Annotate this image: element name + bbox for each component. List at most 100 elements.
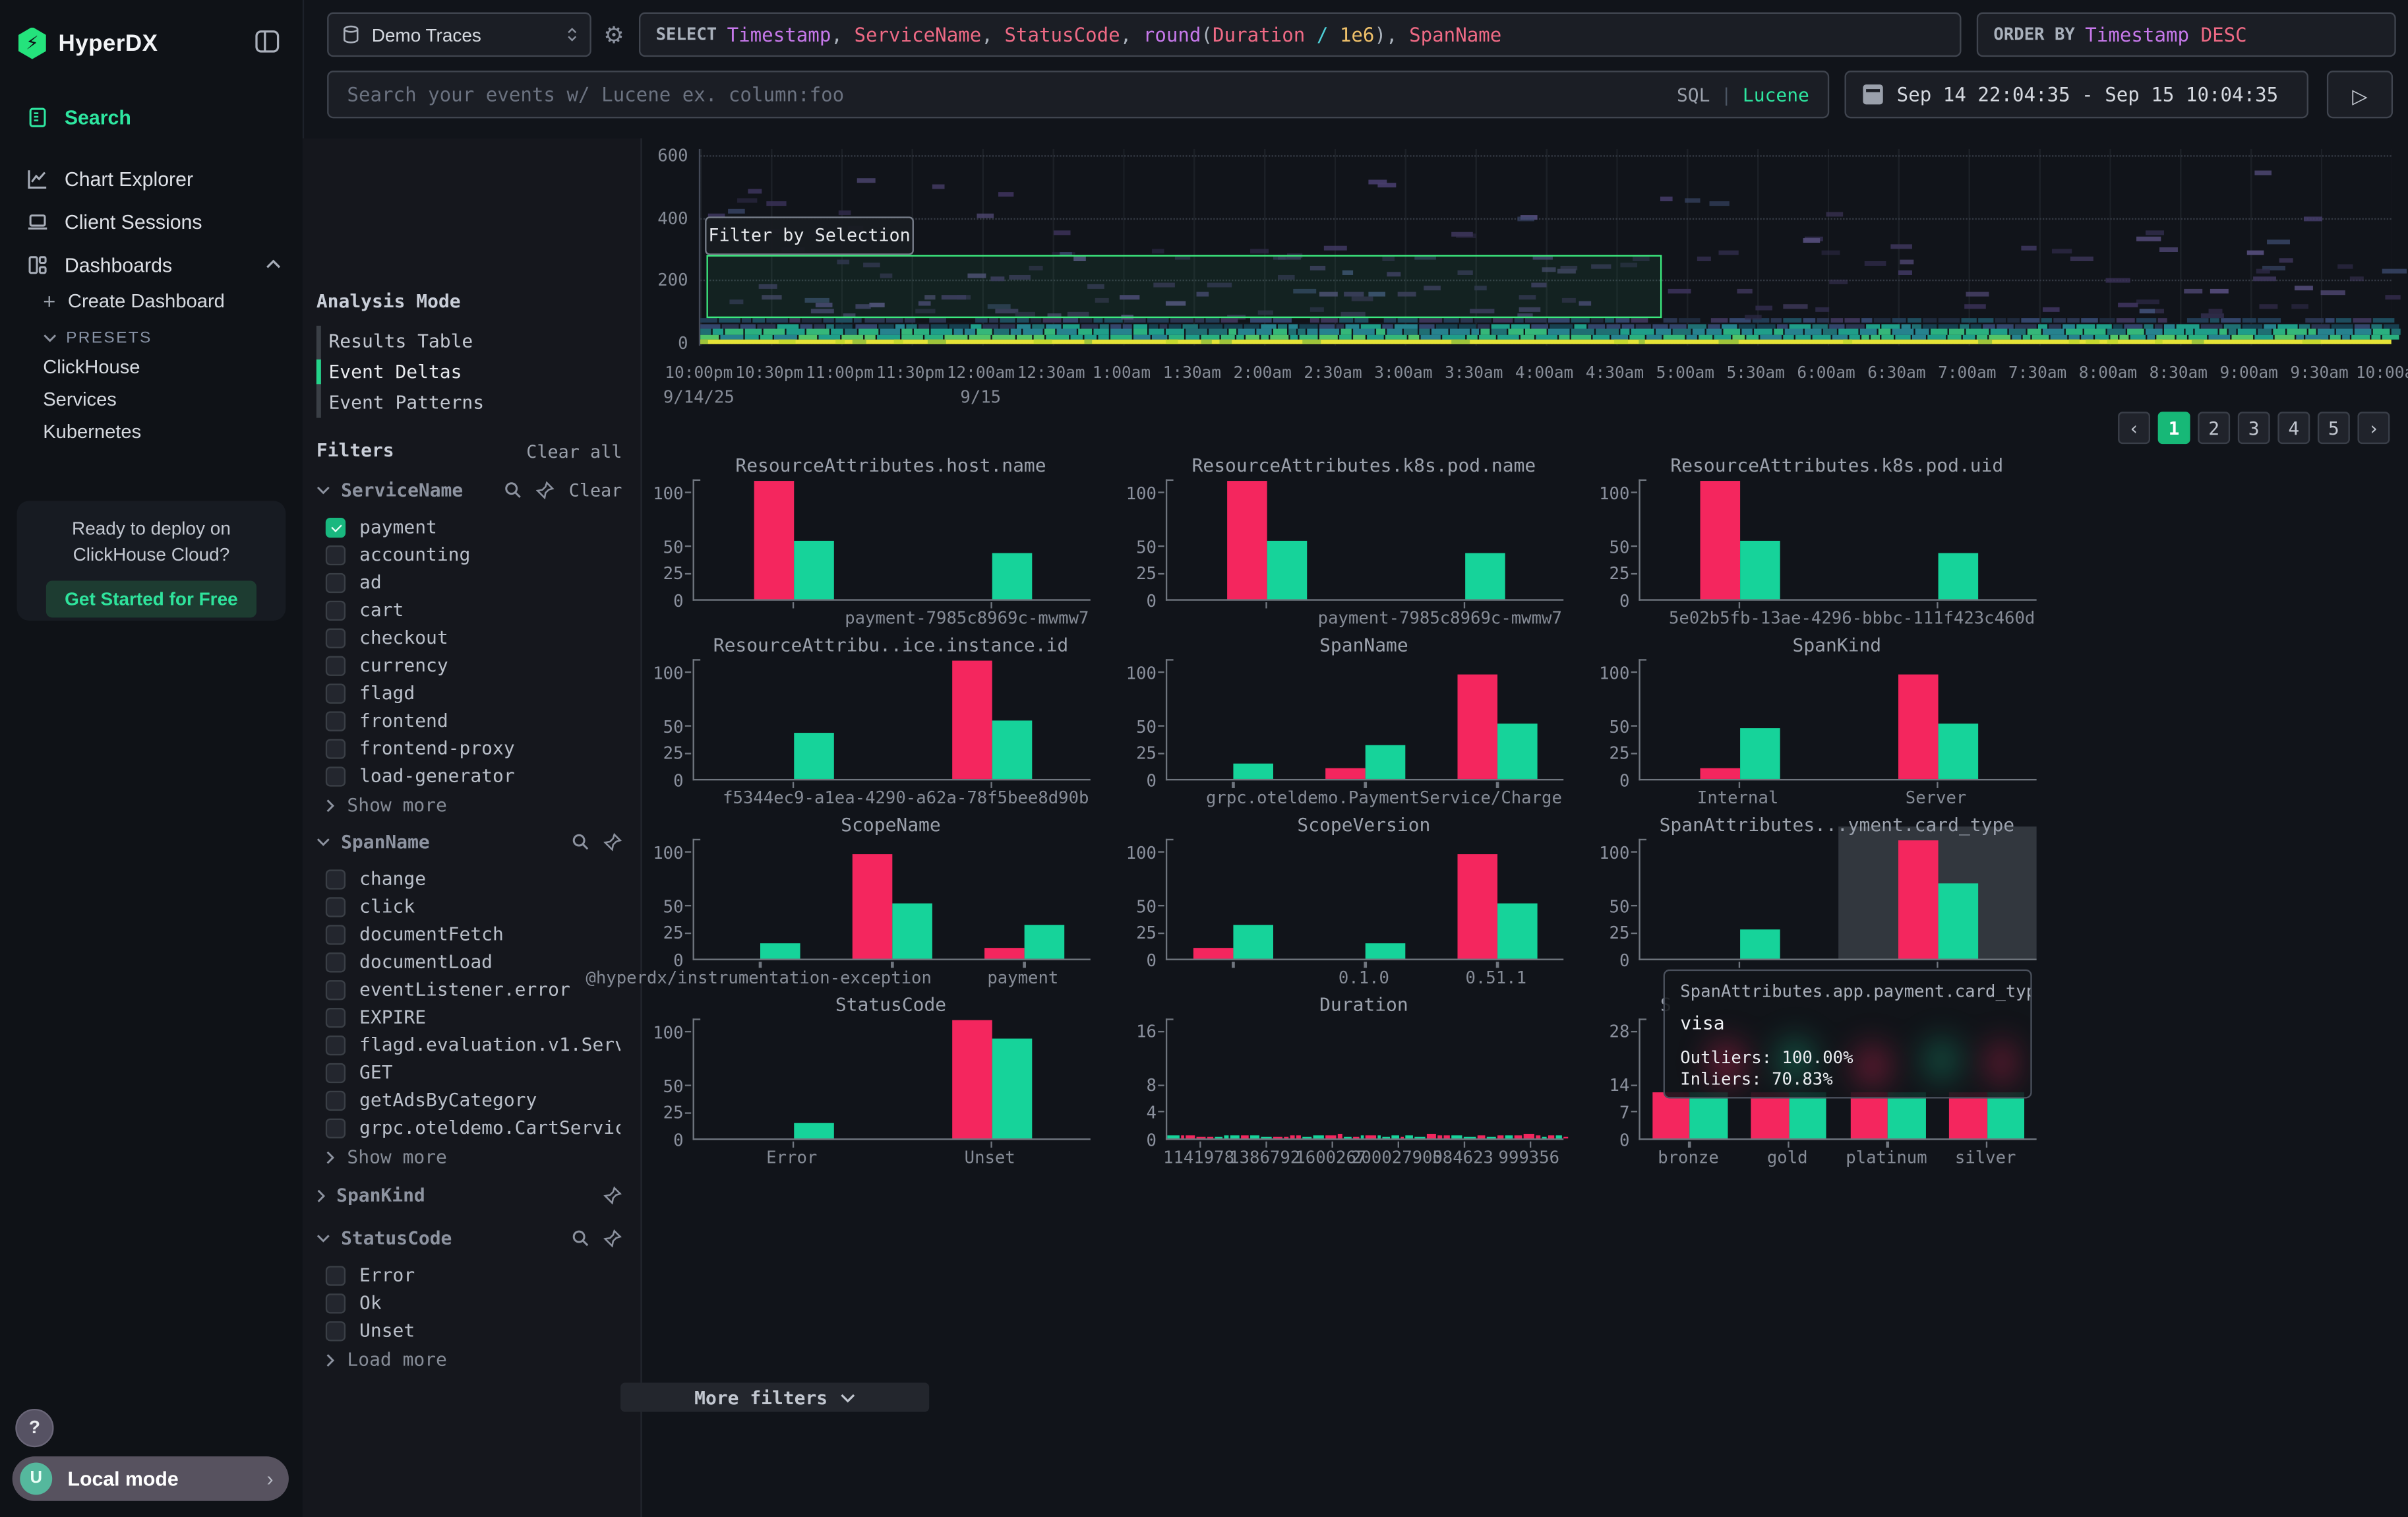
delta-chart-resourceattributes-k8s-pod-uid[interactable]: ResourceAttributes.k8s.pod.uid100502505e… bbox=[1584, 454, 2045, 635]
analysis-mode-results-table[interactable]: Results Table bbox=[303, 326, 640, 357]
checkbox-unchecked[interactable] bbox=[326, 600, 346, 620]
bar-inlier[interactable] bbox=[793, 733, 833, 779]
load-more-link[interactable]: Load more bbox=[303, 1347, 447, 1372]
page-button-1[interactable]: 1 bbox=[2158, 412, 2190, 444]
bar-outlier[interactable] bbox=[1458, 675, 1498, 779]
checkbox-unchecked[interactable] bbox=[326, 979, 346, 999]
checkbox-unchecked[interactable] bbox=[326, 1007, 346, 1027]
bar-inlier[interactable] bbox=[1937, 884, 1977, 959]
bar-inlier[interactable] bbox=[992, 553, 1032, 600]
gear-icon[interactable]: ⚙ bbox=[603, 22, 624, 49]
bar-inlier[interactable] bbox=[1267, 540, 1307, 599]
heatmap-selection[interactable] bbox=[706, 255, 1662, 319]
page-next-button[interactable]: › bbox=[2357, 412, 2390, 444]
filter-checkbox-item[interactable]: ad bbox=[303, 569, 663, 596]
sidebar-item-dashboards[interactable]: Dashboards bbox=[0, 243, 303, 286]
delta-chart-duration[interactable]: Duration16840114197813867921600267200027… bbox=[1110, 994, 1571, 1174]
bar-inlier[interactable] bbox=[892, 903, 932, 958]
sidebar-collapse-icon[interactable] bbox=[253, 28, 281, 55]
checkbox-unchecked[interactable] bbox=[326, 952, 346, 972]
delta-chart-resourceattributes-host-name[interactable]: ResourceAttributes.host.name10050250paym… bbox=[638, 454, 1099, 635]
search-icon[interactable] bbox=[571, 1229, 589, 1247]
filter-checkbox-item[interactable]: documentFetch bbox=[303, 920, 663, 948]
help-button[interactable]: ? bbox=[15, 1409, 53, 1447]
filter-group-header-servicename[interactable]: ServiceNameClear bbox=[316, 480, 622, 501]
bar-outlier[interactable] bbox=[1226, 481, 1267, 599]
search-icon[interactable] bbox=[571, 832, 589, 851]
page-button-5[interactable]: 5 bbox=[2318, 412, 2350, 444]
delta-chart-spanattributes-yment-card-type[interactable]: SpanAttributes...yment.card_type10050250 bbox=[1584, 815, 2045, 995]
checkbox-unchecked[interactable] bbox=[326, 738, 346, 758]
filter-checkbox-item[interactable]: EXPIRE bbox=[303, 1003, 663, 1031]
checkbox-unchecked[interactable] bbox=[326, 1265, 346, 1285]
bar-outlier[interactable] bbox=[1850, 1092, 1888, 1138]
checkbox-unchecked[interactable] bbox=[326, 710, 346, 730]
search-input[interactable]: Search your events w/ Lucene ex. column:… bbox=[327, 71, 1829, 118]
time-range-picker[interactable]: Sep 14 22:04:35 - Sep 15 10:04:35 bbox=[1844, 71, 2308, 118]
create-dashboard-button[interactable]: +Create Dashboard bbox=[0, 286, 303, 317]
bar-inlier[interactable] bbox=[1464, 553, 1505, 600]
page-button-2[interactable]: 2 bbox=[2198, 412, 2230, 444]
bar-inlier[interactable] bbox=[1025, 925, 1065, 959]
filter-checkbox-item[interactable]: load-generator bbox=[303, 762, 663, 789]
bar-inlier[interactable] bbox=[793, 1123, 833, 1138]
sidebar-item-search[interactable]: Search bbox=[0, 95, 303, 138]
filter-checkbox-item[interactable]: cart bbox=[303, 596, 663, 624]
bar-inlier[interactable] bbox=[760, 944, 800, 959]
filter-checkbox-item[interactable]: change bbox=[303, 865, 663, 892]
filter-checkbox-item[interactable]: flagd.evaluation.v1.Serv… bbox=[303, 1031, 663, 1059]
filter-checkbox-item[interactable]: GET bbox=[303, 1059, 663, 1086]
checkbox-unchecked[interactable] bbox=[326, 628, 346, 648]
show-more-link[interactable]: Show more bbox=[303, 793, 447, 817]
bar-inlier[interactable] bbox=[1888, 1092, 1925, 1138]
pin-icon[interactable] bbox=[537, 481, 555, 499]
show-more-link[interactable]: Show more bbox=[303, 1144, 447, 1169]
sidebar-item-client-sessions[interactable]: Client Sessions bbox=[0, 200, 303, 243]
checkbox-unchecked[interactable] bbox=[326, 573, 346, 592]
filter-by-selection-button[interactable]: Filter by Selection bbox=[705, 216, 914, 255]
more-filters-button[interactable]: More filters bbox=[620, 1382, 929, 1411]
app-logo[interactable]: ⚡ HyperDX bbox=[18, 24, 158, 61]
filter-checkbox-item[interactable]: payment bbox=[303, 513, 663, 541]
checkbox-unchecked[interactable] bbox=[326, 545, 346, 565]
filter-checkbox-item[interactable]: click bbox=[303, 892, 663, 920]
page-prev-button[interactable]: ‹ bbox=[2118, 412, 2150, 444]
bar-inlier[interactable] bbox=[1233, 764, 1273, 779]
filter-checkbox-item[interactable]: grpc.oteldemo.CartServic… bbox=[303, 1114, 663, 1142]
bar-inlier[interactable] bbox=[1690, 1092, 1728, 1138]
checkbox-unchecked[interactable] bbox=[326, 896, 346, 916]
bar-outlier[interactable] bbox=[1325, 768, 1366, 779]
bar-inlier[interactable] bbox=[1789, 1092, 1826, 1138]
bar-inlier[interactable] bbox=[1739, 540, 1780, 599]
clear-all-link[interactable]: Clear all bbox=[526, 441, 622, 463]
bar-outlier[interactable] bbox=[1652, 1092, 1690, 1138]
filter-checkbox-item[interactable]: Ok bbox=[303, 1289, 663, 1316]
delta-chart-resourceattribu-ice-instance-id[interactable]: ResourceAttribu..ice.instance.id10050250… bbox=[638, 635, 1099, 815]
select-clause-input[interactable]: SELECT Timestamp, ServiceName, StatusCod… bbox=[639, 13, 1962, 57]
data-source-select[interactable]: Demo Traces bbox=[327, 13, 591, 57]
bar-outlier[interactable] bbox=[1898, 675, 1938, 779]
filter-checkbox-item[interactable]: frontend-proxy bbox=[303, 734, 663, 762]
checkbox-unchecked[interactable] bbox=[326, 655, 346, 675]
bar-outlier[interactable] bbox=[1193, 948, 1234, 958]
checkbox-unchecked[interactable] bbox=[326, 1293, 346, 1313]
checkbox-unchecked[interactable] bbox=[326, 869, 346, 888]
local-mode-button[interactable]: U Local mode › bbox=[13, 1456, 289, 1501]
analysis-mode-event-patterns[interactable]: Event Patterns bbox=[303, 387, 640, 418]
delta-chart-scopeversion[interactable]: ScopeVersion100502500.1.00.51.1 bbox=[1110, 815, 1571, 995]
pin-icon[interactable] bbox=[603, 1229, 622, 1247]
bar-outlier[interactable] bbox=[1949, 1092, 1987, 1138]
checkbox-unchecked[interactable] bbox=[326, 683, 346, 702]
delta-chart-statuscode[interactable]: StatusCode10050250ErrorUnset bbox=[638, 994, 1099, 1174]
bar-outlier[interactable] bbox=[951, 1021, 992, 1138]
filter-group-header-spankind[interactable]: SpanKind bbox=[316, 1185, 622, 1206]
checkbox-unchecked[interactable] bbox=[326, 1320, 346, 1340]
clear-link[interactable]: Clear bbox=[569, 480, 622, 501]
bar-outlier[interactable] bbox=[1898, 841, 1938, 958]
checkbox-unchecked[interactable] bbox=[326, 1118, 346, 1138]
filter-checkbox-item[interactable]: accounting bbox=[303, 541, 663, 569]
filter-checkbox-item[interactable]: Unset bbox=[303, 1316, 663, 1344]
bar-inlier[interactable] bbox=[992, 720, 1032, 779]
checkbox-unchecked[interactable] bbox=[326, 766, 346, 786]
page-button-3[interactable]: 3 bbox=[2238, 412, 2270, 444]
